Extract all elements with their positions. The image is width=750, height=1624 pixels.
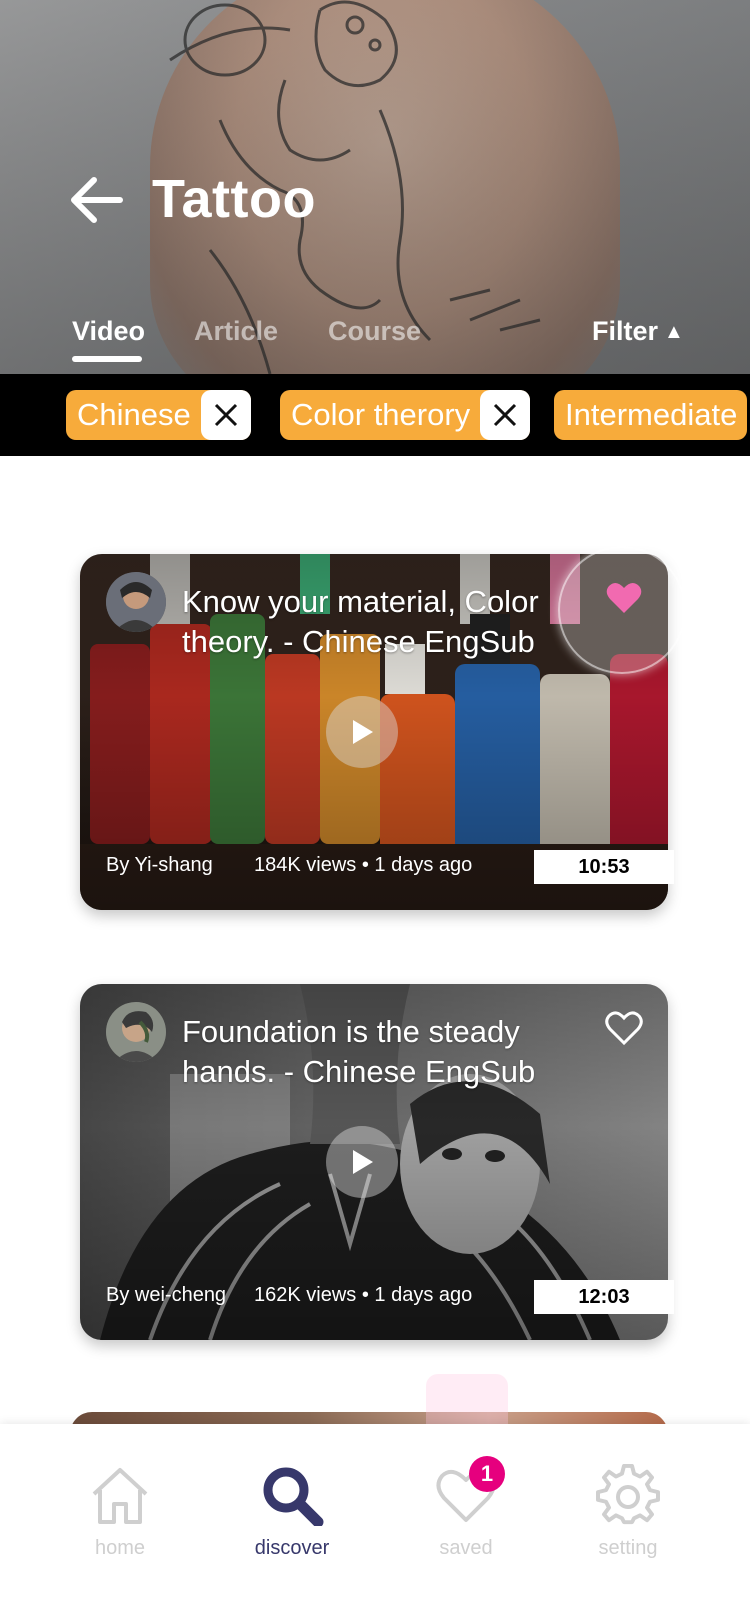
play-icon bbox=[353, 1150, 373, 1174]
notification-badge: 1 bbox=[469, 1456, 505, 1492]
nav-saved[interactable]: 1 saved bbox=[401, 1456, 531, 1560]
nav-discover[interactable]: discover bbox=[227, 1464, 357, 1560]
close-icon[interactable] bbox=[480, 390, 531, 440]
heart-outline-icon[interactable] bbox=[604, 1008, 644, 1048]
play-button[interactable] bbox=[326, 1126, 398, 1198]
active-tab-indicator bbox=[72, 356, 142, 362]
video-stats: 184K views • 1 days ago bbox=[254, 854, 473, 876]
nav-saved-label: saved bbox=[439, 1537, 493, 1559]
tab-video[interactable]: Video bbox=[72, 316, 146, 362]
header-banner: Tattoo Video Article Course Filter ▲ bbox=[0, 0, 750, 374]
triangle-up-icon: ▲ bbox=[664, 321, 684, 343]
nav-discover-label: discover bbox=[254, 1537, 330, 1559]
filter-label: Filter bbox=[592, 316, 659, 346]
avatar bbox=[106, 1002, 166, 1062]
page-title: Tattoo bbox=[152, 169, 316, 229]
chip-label: Chinese bbox=[77, 397, 191, 432]
close-icon[interactable] bbox=[200, 390, 251, 440]
video-duration: 10:53 bbox=[534, 850, 674, 884]
nav-setting-label: setting bbox=[598, 1537, 658, 1559]
video-stats: 162K views • 1 days ago bbox=[254, 1284, 473, 1306]
video-duration: 12:03 bbox=[534, 1280, 674, 1314]
chip-intermediate[interactable]: Intermediate bbox=[554, 390, 748, 440]
chip-label: Intermediate bbox=[565, 397, 738, 432]
nav-home[interactable]: home bbox=[55, 1464, 185, 1560]
video-card[interactable]: Foundation is the steady hands. - Chines… bbox=[80, 984, 674, 1340]
play-icon bbox=[353, 720, 373, 744]
tab-course[interactable]: Course bbox=[328, 316, 421, 347]
tab-article[interactable]: Article bbox=[194, 316, 278, 347]
filter-chip-bar: Chinese Color therory Intermediate bbox=[0, 374, 750, 456]
gear-icon bbox=[596, 1463, 660, 1525]
heart-filled-icon[interactable] bbox=[604, 578, 644, 618]
tab-video-label: Video bbox=[72, 316, 146, 346]
chip-color-theory[interactable]: Color therory bbox=[280, 390, 531, 440]
avatar bbox=[106, 572, 166, 632]
video-title[interactable]: Foundation is the steady hands. - Chines… bbox=[182, 1012, 582, 1092]
video-title[interactable]: Know your material, Color theory. - Chin… bbox=[182, 582, 582, 662]
nav-home-label: home bbox=[94, 1537, 146, 1559]
home-icon bbox=[92, 1468, 148, 1524]
chip-chinese[interactable]: Chinese bbox=[66, 390, 251, 440]
saved-highlight bbox=[426, 1374, 508, 1424]
video-author[interactable]: By Yi-shang bbox=[106, 854, 213, 877]
play-button[interactable] bbox=[326, 696, 398, 768]
back-arrow-icon[interactable] bbox=[66, 170, 126, 230]
bottom-navigation: home discover 1 saved setting bbox=[0, 1424, 750, 1624]
video-author[interactable]: By wei-cheng bbox=[106, 1284, 226, 1307]
filter-button[interactable]: Filter ▲ bbox=[592, 316, 684, 347]
video-card[interactable]: Know your material, Color theory. - Chin… bbox=[80, 546, 686, 910]
chip-label: Color therory bbox=[291, 397, 471, 432]
search-icon bbox=[263, 1467, 324, 1528]
nav-setting[interactable]: setting bbox=[563, 1463, 693, 1560]
